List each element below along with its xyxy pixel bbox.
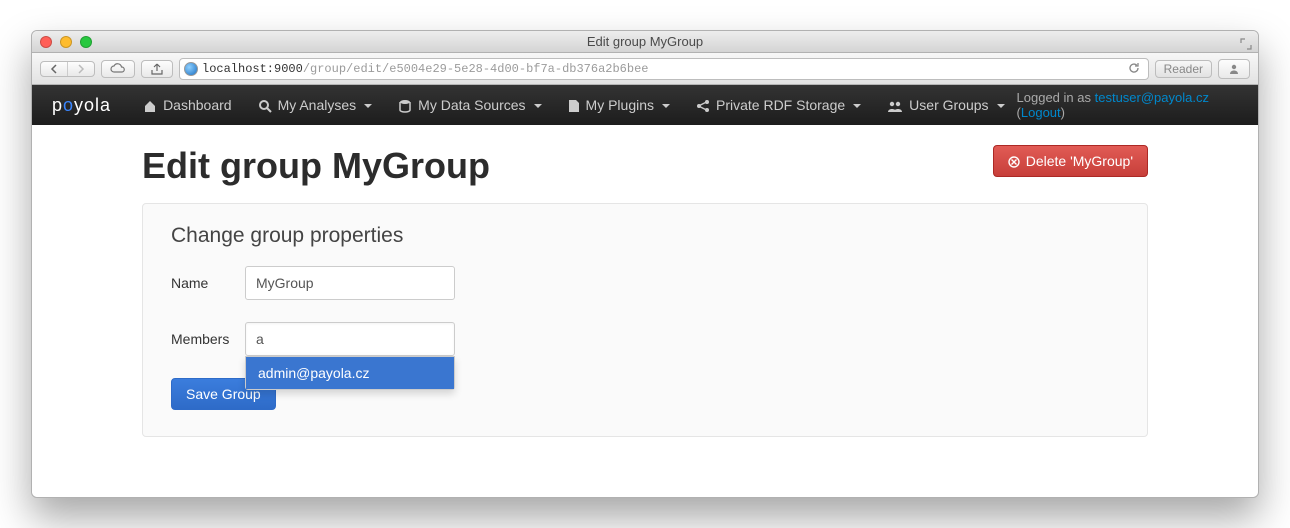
panel-title: Change group properties [171,224,1119,248]
members-label: Members [171,331,231,347]
chevron-down-icon [364,97,372,113]
cloud-button[interactable] [101,60,135,78]
fullscreen-icon[interactable] [1240,35,1252,51]
delete-button-label: Delete 'MyGroup' [1026,153,1133,169]
chevron-down-icon [534,97,542,113]
file-icon [568,97,580,113]
nav-dashboard[interactable]: Dashboard [131,87,244,123]
nav-user-groups[interactable]: User Groups [875,87,1016,123]
properties-panel: Change group properties Name Members adm… [142,203,1148,437]
forward-button[interactable] [68,62,94,76]
nav-label: Dashboard [163,97,232,113]
page-content: Edit group MyGroup Delete 'MyGroup' Chan… [32,125,1258,497]
url-bar[interactable]: localhost:9000/group/edit/e5004e29-5e28-… [179,58,1149,80]
nav-label: Private RDF Storage [716,97,845,113]
login-status: Logged in as testuser@payola.cz (Logout) [1017,90,1238,120]
browser-window: Edit group MyGroup localhost:9000 [31,30,1259,498]
users-icon [887,97,903,113]
nav-my-data-sources[interactable]: My Data Sources [386,87,553,123]
suggestion-item[interactable]: admin@payola.cz [246,357,454,389]
members-input[interactable] [245,322,455,356]
reader-button[interactable]: Reader [1155,60,1212,78]
app-navbar: poyola Dashboard My Analyses [32,85,1258,125]
home-icon [143,97,157,113]
nav-buttons [40,61,95,77]
nav-label: My Plugins [586,97,654,113]
delete-group-button[interactable]: Delete 'MyGroup' [993,145,1148,177]
nav-private-rdf-storage[interactable]: Private RDF Storage [684,87,873,123]
name-input[interactable] [245,266,455,300]
window-title: Edit group MyGroup [32,34,1258,49]
nav-my-plugins[interactable]: My Plugins [556,87,682,123]
url-host: localhost:9000 [202,62,303,76]
titlebar: Edit group MyGroup [32,31,1258,53]
name-label: Name [171,275,231,291]
members-row: Members admin@payola.cz [171,322,1119,356]
logout-link[interactable]: Logout [1021,105,1061,120]
user-button[interactable] [1218,59,1250,79]
members-suggestion-dropdown: admin@payola.cz [245,356,455,390]
nav-label: My Data Sources [418,97,525,113]
nav-items: Dashboard My Analyses My Data Sources [131,87,1016,123]
nav-label: My Analyses [278,97,357,113]
browser-toolbar: localhost:9000/group/edit/e5004e29-5e28-… [32,53,1258,85]
login-prefix: Logged in as [1017,90,1095,105]
brand-logo[interactable]: poyola [52,95,111,116]
name-row: Name [171,266,1119,300]
nav-label: User Groups [909,97,988,113]
chevron-down-icon [662,97,670,113]
delete-icon [1008,153,1020,169]
members-wrap: admin@payola.cz [245,322,455,356]
brand-text-o: o [63,95,74,116]
current-user-link[interactable]: testuser@payola.cz [1095,90,1209,105]
nav-my-analyses[interactable]: My Analyses [246,87,385,123]
share-icon [696,97,710,113]
chevron-down-icon [997,97,1005,113]
share-button[interactable] [141,60,173,78]
paren-close: ) [1061,105,1065,120]
back-button[interactable] [41,62,68,76]
chevron-down-icon [853,97,861,113]
reload-icon[interactable] [1128,62,1140,76]
brand-text-post: yola [74,95,111,116]
site-icon [184,62,198,76]
database-icon [398,97,412,113]
page-head: Edit group MyGroup Delete 'MyGroup' [142,145,1148,187]
page-title: Edit group MyGroup [142,145,490,187]
search-icon [258,97,272,113]
url-path: /group/edit/e5004e29-5e28-4d00-bf7a-db37… [303,62,649,76]
brand-text-pre: p [52,95,63,116]
